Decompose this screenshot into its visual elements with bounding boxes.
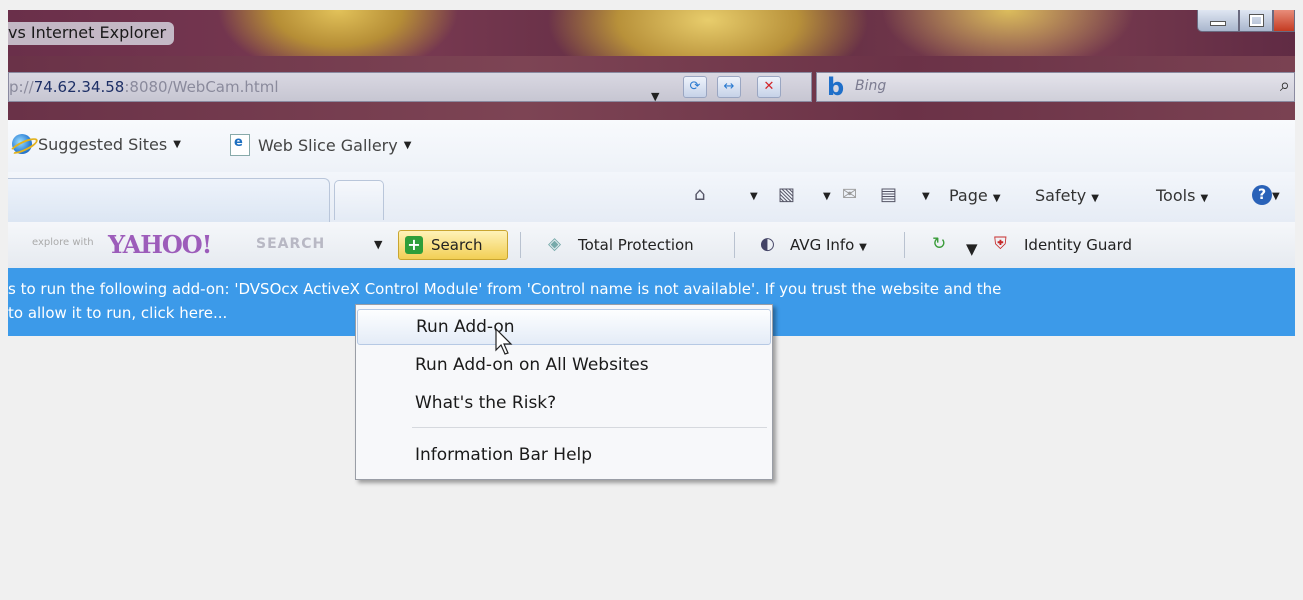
page-menu[interactable]: Page ▼ — [949, 186, 1001, 205]
url-path: :8080/WebCam.html — [124, 78, 279, 96]
maximize-button[interactable] — [1239, 10, 1273, 32]
address-input[interactable]: p://74.62.34.58:8080/WebCam.html ▼ ⟳ ↔ ✕ — [8, 72, 812, 103]
avg-info-label: AVG Info — [790, 236, 855, 254]
search-placeholder: Bing — [855, 78, 887, 94]
information-bar-help-menu-item[interactable]: Information Bar Help — [357, 437, 771, 473]
address-dropdown-icon[interactable]: ▼ — [651, 83, 659, 111]
minimize-icon — [1210, 21, 1226, 26]
menu-divider — [412, 427, 767, 428]
maximize-icon — [1248, 14, 1264, 27]
whats-the-risk-menu-item[interactable]: What's the Risk? — [357, 385, 771, 421]
web-slice-gallery-button[interactable]: Web Slice Gallery ▼ — [230, 134, 411, 156]
toolbar-divider — [904, 232, 905, 258]
info-bar-message-continued: to allow it to run, click here... — [8, 304, 228, 322]
favorites-bar: Suggested Sites ▼ Web Slice Gallery ▼ — [8, 120, 1295, 172]
identity-guard-button[interactable]: Identity Guard — [1024, 236, 1132, 254]
chevron-down-icon[interactable]: ▼ — [922, 191, 930, 202]
shield-icon: ◈ — [548, 234, 562, 254]
mail-icon[interactable]: ✉ — [842, 184, 857, 205]
minimize-button[interactable] — [1197, 10, 1239, 32]
title-bar: vs Internet Explorer — [8, 10, 1295, 56]
search-icon[interactable]: ⌕ — [1280, 75, 1290, 96]
tools-menu-label: Tools — [1156, 186, 1196, 205]
run-addon-all-websites-menu-item[interactable]: Run Add-on on All Websites — [357, 347, 771, 383]
chevron-down-icon: ▼ — [403, 139, 412, 151]
refresh-icon[interactable]: ⟳ — [683, 76, 707, 98]
chevron-down-icon: ▼ — [173, 138, 181, 150]
info-bar-context-menu: Run Add-on Run Add-on on All Websites Wh… — [355, 304, 773, 480]
browser-window: vs Internet Explorer p://74.62.34.58:808… — [8, 10, 1295, 600]
chevron-down-icon[interactable]: ▼ — [966, 240, 978, 258]
identity-guard-icon: ⛨ — [994, 234, 1007, 254]
chevron-down-icon[interactable]: ▼ — [823, 191, 831, 202]
run-addon-menu-item[interactable]: Run Add-on — [357, 309, 771, 345]
avg-icon: ◐ — [760, 234, 775, 254]
bing-logo-icon: b — [827, 73, 845, 101]
yahoo-search-button[interactable]: + Search — [398, 230, 508, 260]
page-menu-label: Page — [949, 186, 988, 205]
chevron-down-icon: ▼ — [1091, 193, 1099, 204]
suggested-sites-button[interactable]: Suggested Sites ▼ — [12, 134, 181, 154]
feeds-icon[interactable]: ▧ — [778, 184, 795, 205]
total-protection-button[interactable]: Total Protection — [578, 236, 694, 254]
url-host: 74.62.34.58 — [33, 78, 125, 96]
toolbar-divider — [520, 232, 521, 258]
search-input[interactable]: b Bing ⌕ — [816, 72, 1295, 102]
command-bar: ⌂ ▼ ▧ ▼ ✉ ▤ ▼ Page ▼ Safety ▼ Tools ▼ ? ▼ — [8, 172, 1295, 223]
chevron-down-icon: ▼ — [992, 193, 1001, 204]
safety-menu[interactable]: Safety ▼ — [1035, 186, 1099, 205]
yahoo-search-input[interactable]: SEARCH — [256, 236, 325, 252]
web-slice-icon — [230, 134, 250, 156]
tools-menu[interactable]: Tools ▼ — [1156, 186, 1208, 205]
help-icon: ? — [1252, 185, 1272, 205]
home-icon[interactable]: ⌂ — [694, 184, 705, 205]
info-bar-message: s to run the following add-on: 'DVSOcx A… — [8, 280, 1002, 298]
web-slice-gallery-label: Web Slice Gallery — [258, 135, 398, 155]
chevron-down-icon[interactable]: ▼ — [374, 238, 382, 251]
window-controls — [1197, 10, 1295, 32]
window-title: vs Internet Explorer — [8, 22, 175, 45]
url-prefix: p:// — [9, 78, 34, 96]
yahoo-logo: YAHOO! — [108, 230, 212, 259]
ie-icon — [12, 134, 32, 154]
refresh-icon[interactable]: ↻ — [932, 234, 946, 254]
plus-icon: + — [405, 236, 423, 254]
avg-info-button[interactable]: AVG Info ▼ — [790, 236, 867, 254]
print-icon[interactable]: ▤ — [880, 184, 897, 205]
chevron-down-icon[interactable]: ▼ — [750, 191, 758, 202]
compatibility-view-icon[interactable]: ↔ — [717, 76, 741, 98]
browser-tab[interactable] — [8, 178, 330, 222]
stop-icon[interactable]: ✕ — [757, 76, 781, 98]
chevron-down-icon: ▼ — [1200, 193, 1209, 204]
navigation-bar: p://74.62.34.58:8080/WebCam.html ▼ ⟳ ↔ ✕… — [8, 56, 1295, 120]
new-tab-button[interactable] — [334, 180, 384, 220]
yahoo-toolbar: explore with YAHOO! SEARCH ▼ + Search ◈ … — [8, 222, 1295, 269]
chevron-down-icon: ▼ — [859, 242, 867, 253]
suggested-sites-label: Suggested Sites — [38, 134, 168, 154]
safety-menu-label: Safety — [1035, 186, 1087, 205]
yahoo-explore-text: explore with — [32, 237, 94, 248]
chevron-down-icon: ▼ — [1272, 191, 1280, 202]
toolbar-divider — [734, 232, 735, 258]
help-menu[interactable]: ? ▼ — [1252, 184, 1280, 205]
yahoo-search-button-label: Search — [431, 236, 483, 254]
close-button[interactable] — [1273, 10, 1295, 32]
